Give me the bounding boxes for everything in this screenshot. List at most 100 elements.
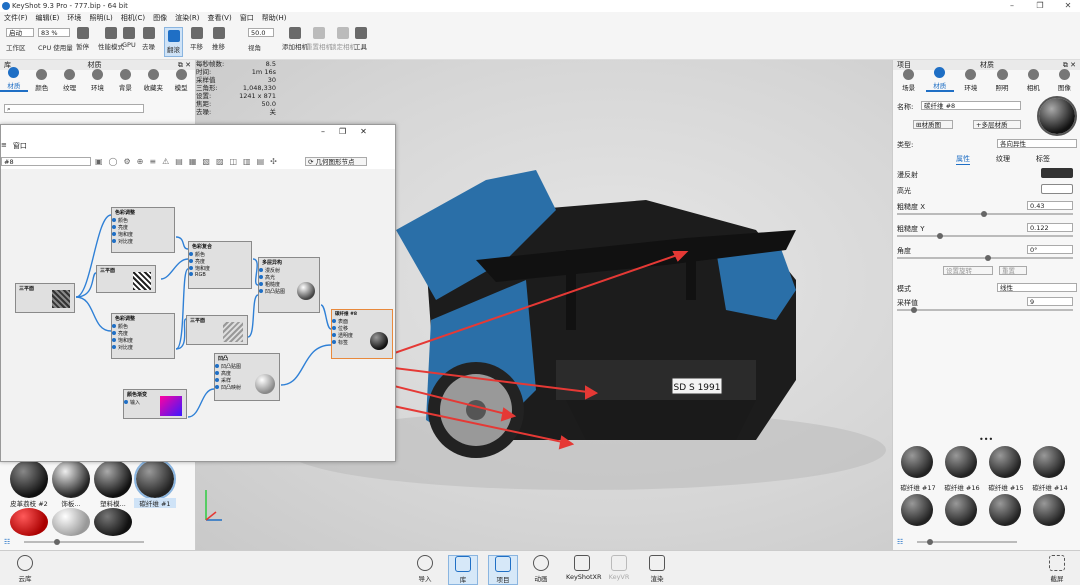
denoise-button[interactable]: 去噪 bbox=[142, 27, 155, 51]
graph-menu-window[interactable]: 窗口 bbox=[13, 141, 27, 151]
specular-color-swatch[interactable] bbox=[1041, 184, 1073, 194]
node-canvas[interactable]: 三平面 色彩调整 颜色 亮度 饱和度 对比度 三平面 色彩复合 颜色 亮度 饱和… bbox=[1, 169, 395, 461]
node-port[interactable]: 高光 bbox=[259, 274, 319, 281]
gpu-button[interactable]: GPU bbox=[122, 27, 136, 49]
material-thumb[interactable] bbox=[1033, 494, 1065, 526]
tab-lighting[interactable]: 照明 bbox=[988, 69, 1016, 92]
material-thumb[interactable] bbox=[94, 460, 132, 498]
pan-button[interactable]: 平移 bbox=[190, 27, 203, 51]
tab-backgrounds[interactable]: 背景 bbox=[111, 69, 139, 92]
node-port[interactable]: 亮度 bbox=[112, 330, 174, 337]
maximize-icon[interactable]: ❐ bbox=[1032, 0, 1048, 12]
tab-environments[interactable]: 环境 bbox=[84, 69, 112, 92]
tab-environment[interactable]: 环境 bbox=[957, 69, 985, 92]
menu-view[interactable]: 查看(V) bbox=[207, 13, 231, 23]
material-thumb[interactable] bbox=[10, 508, 48, 536]
roughness-y-input[interactable]: 0.122 bbox=[1027, 223, 1073, 232]
menu-help[interactable]: 帮助(H) bbox=[262, 13, 287, 23]
node-port[interactable]: 颜色 bbox=[112, 323, 174, 330]
menu-edit[interactable]: 编辑(E) bbox=[36, 13, 60, 23]
node-port[interactable]: 凹凸贴图 bbox=[215, 363, 279, 370]
lock-camera-button[interactable]: 锁定相机 bbox=[330, 27, 356, 51]
roughness-x-input[interactable]: 0.43 bbox=[1027, 201, 1073, 210]
tab-favorites[interactable]: 收藏夹 bbox=[139, 69, 167, 92]
performance-mode-button[interactable]: 性能模式 bbox=[98, 27, 124, 51]
subtab-properties[interactable]: 属性 bbox=[956, 154, 970, 165]
tumble-button[interactable]: 翻滚 bbox=[164, 27, 183, 57]
window-controls[interactable]: –❐✕ bbox=[321, 127, 381, 136]
node-port[interactable]: 位移 bbox=[332, 325, 392, 332]
pause-button[interactable]: 暂停 bbox=[76, 27, 89, 51]
library-search-input[interactable]: ⌕ bbox=[4, 104, 144, 113]
menu-camera[interactable]: 相机(C) bbox=[121, 13, 145, 23]
geometry-node-button[interactable]: ⟳ 几何图形节点 bbox=[305, 157, 367, 166]
tools-button[interactable]: 工具 bbox=[354, 27, 367, 51]
import-button[interactable]: 导入 bbox=[410, 555, 440, 583]
render-button[interactable]: 渲染 bbox=[642, 555, 672, 583]
material-thumb-selected[interactable] bbox=[134, 458, 176, 500]
menu-window[interactable]: 窗口 bbox=[240, 13, 254, 23]
material-thumb[interactable] bbox=[1033, 446, 1065, 478]
node-port[interactable]: 亮度 bbox=[189, 258, 251, 265]
subtab-labels[interactable]: 标签 bbox=[1036, 154, 1050, 165]
material-thumb[interactable] bbox=[10, 460, 48, 498]
perspective-button[interactable]: 视角 bbox=[248, 42, 261, 52]
node-port[interactable]: 对比度 bbox=[112, 344, 174, 351]
menu-lighting[interactable]: 照明(L) bbox=[89, 13, 112, 23]
cpu-usage-button[interactable]: CPU 使用量 bbox=[38, 42, 73, 52]
tab-material[interactable]: 材质 bbox=[925, 67, 954, 92]
node-port[interactable]: 颜色 bbox=[189, 251, 251, 258]
keyvr-button[interactable]: KeyVR bbox=[604, 555, 634, 581]
add-camera-button[interactable]: 添加相机 bbox=[282, 27, 308, 51]
dolly-button[interactable]: 推移 bbox=[212, 27, 225, 51]
node-port[interactable]: 亮度 bbox=[112, 224, 174, 231]
triplanar-node[interactable]: 三平面 bbox=[15, 283, 75, 313]
samples-slider[interactable] bbox=[897, 307, 1073, 313]
animation-button[interactable]: 动画 bbox=[526, 555, 556, 583]
close-icon[interactable]: ✕ bbox=[1060, 0, 1076, 12]
node-port[interactable]: 饱和度 bbox=[112, 337, 174, 344]
tab-materials[interactable]: 材质 bbox=[0, 67, 28, 92]
thumbnail-size-slider[interactable] bbox=[24, 539, 144, 545]
carbon-fiber-output-node[interactable]: 碳纤维 #8 表面 位移 透明度 标签 bbox=[331, 309, 393, 359]
color-composite-node[interactable]: 色彩复合 颜色 亮度 饱和度 RGB bbox=[188, 241, 252, 289]
material-thumb[interactable] bbox=[945, 494, 977, 526]
angle-input[interactable]: 0° bbox=[1027, 245, 1073, 254]
fov-input[interactable]: 50.0 bbox=[248, 28, 274, 37]
keyshotxr-button[interactable]: KeyShotXR bbox=[566, 555, 602, 581]
menu-render[interactable]: 渲染(R) bbox=[175, 13, 199, 23]
subtab-textures[interactable]: 纹理 bbox=[996, 154, 1010, 165]
tab-textures[interactable]: 纹理 bbox=[56, 69, 84, 92]
reset-button[interactable]: 重置 bbox=[999, 266, 1027, 275]
workspace-button[interactable]: 工作区 bbox=[6, 42, 26, 52]
material-thumb[interactable] bbox=[52, 460, 90, 498]
menu-image[interactable]: 图像 bbox=[153, 13, 167, 23]
material-thumb[interactable] bbox=[945, 446, 977, 478]
thumbnail-size-slider[interactable] bbox=[917, 539, 1017, 545]
roughness-y-slider[interactable] bbox=[897, 233, 1073, 239]
material-name-input[interactable]: 碳纤维 #8 bbox=[921, 101, 1021, 110]
material-thumb[interactable] bbox=[901, 446, 933, 478]
tab-image[interactable]: 图像 bbox=[1050, 69, 1078, 92]
tab-scene[interactable]: 场景 bbox=[895, 69, 923, 92]
tab-colors[interactable]: 颜色 bbox=[28, 69, 56, 92]
color-gradient-node[interactable]: 颜色渐变 输入 bbox=[123, 389, 187, 419]
tab-models[interactable]: 模型 bbox=[167, 69, 195, 92]
cloud-library-button[interactable]: 云库 bbox=[10, 555, 40, 583]
node-port[interactable]: 颜色 bbox=[112, 217, 174, 224]
node-port[interactable]: 饱和度 bbox=[112, 231, 174, 238]
material-thumb[interactable] bbox=[989, 446, 1021, 478]
diffuse-color-swatch[interactable] bbox=[1041, 168, 1073, 178]
reset-camera-button[interactable]: 重置相机 bbox=[306, 27, 332, 51]
samples-input[interactable]: 9 bbox=[1027, 297, 1073, 306]
type-select[interactable]: 各向异性 bbox=[997, 139, 1077, 148]
project-button[interactable]: 项目 bbox=[488, 555, 518, 585]
tab-camera[interactable]: 相机 bbox=[1019, 69, 1047, 92]
angle-slider[interactable] bbox=[897, 255, 1073, 261]
material-thumb[interactable] bbox=[989, 494, 1021, 526]
multi-layer-button[interactable]: +多层材质 bbox=[973, 120, 1021, 129]
zoom-select[interactable]: 83 % bbox=[38, 28, 70, 37]
node-port[interactable]: 饱和度 bbox=[189, 265, 251, 272]
node-port[interactable]: 漫反射 bbox=[259, 267, 319, 274]
triplanar-node[interactable]: 三平面 bbox=[186, 315, 248, 345]
